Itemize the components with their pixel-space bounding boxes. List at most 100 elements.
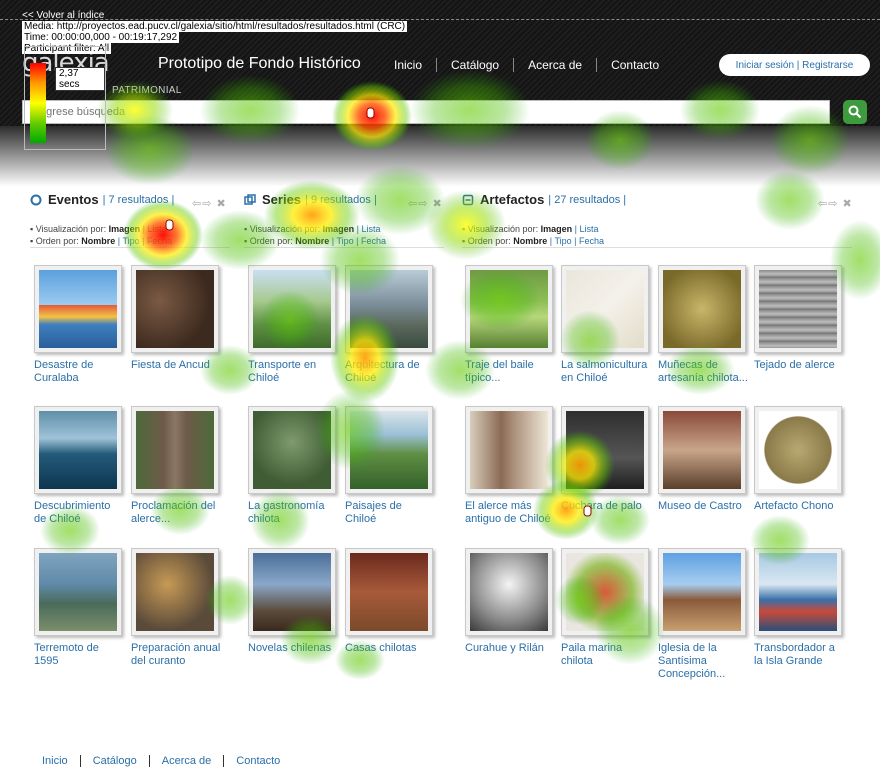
result-thumbnail[interactable] [561,265,649,353]
result-item[interactable]: Novelas chilenas [248,548,338,655]
result-item[interactable]: La gastronomía chilota [248,406,338,526]
result-thumbnail[interactable] [131,548,219,636]
result-thumbnail[interactable] [658,548,746,636]
result-item[interactable]: Paisajes de Chiloé [345,406,435,526]
result-thumbnail[interactable] [561,548,649,636]
search-input[interactable] [23,101,829,123]
result-caption[interactable]: La gastronomía chilota [248,500,338,526]
result-item[interactable]: Terremoto de 1595 [34,548,124,668]
series-title[interactable]: Series [262,192,301,207]
result-caption[interactable]: Iglesia de la Santísima Concepción... [658,642,748,681]
result-thumbnail[interactable] [754,548,842,636]
result-item[interactable]: Transporte en Chiloé [248,265,338,385]
result-thumbnail[interactable] [465,548,553,636]
eventos-nav-icons[interactable]: ⇦⇨ ✖ [192,197,227,210]
result-item[interactable]: Preparación anual del curanto [131,548,221,668]
result-caption[interactable]: Traje del baile típico... [465,359,555,385]
result-item[interactable]: Paila marina chilota [561,548,651,668]
result-thumbnail[interactable] [34,548,122,636]
result-caption[interactable]: Novelas chilenas [248,642,338,655]
sort-tipo-fecha-options[interactable]: | Tipo | Fecha [332,236,386,246]
nav-catalogo[interactable]: Catálogo [437,58,513,72]
result-thumbnail[interactable] [131,406,219,494]
sort-tipo-fecha-options[interactable]: | Tipo | Fecha [118,236,172,246]
result-item[interactable]: Artefacto Chono [754,406,844,513]
result-caption[interactable]: Preparación anual del curanto [131,642,221,668]
result-item[interactable]: Museo de Castro [658,406,748,513]
view-lista-option[interactable]: | Lista [575,224,599,234]
result-caption[interactable]: Tejado de alerce [754,359,844,372]
footer-acerca[interactable]: Acerca de [150,755,224,767]
nav-inicio[interactable]: Inicio [380,58,436,72]
result-caption[interactable]: Transporte en Chiloé [248,359,338,385]
result-caption[interactable]: Fiesta de Ancud [131,359,221,372]
result-thumbnail[interactable] [754,406,842,494]
sort-nombre-option[interactable]: Nombre [295,236,329,246]
result-caption[interactable]: Muñecas de artesanía chilota... [658,359,748,385]
back-to-index-link[interactable]: << Volver al índice [22,10,407,21]
result-caption[interactable]: Paisajes de Chiloé [345,500,435,526]
result-caption[interactable]: Curahue y Rilán [465,642,555,655]
result-item[interactable]: Proclamación del alerce... [131,406,221,526]
result-caption[interactable]: Artefacto Chono [754,500,844,513]
result-thumbnail[interactable] [465,265,553,353]
sort-tipo-fecha-options[interactable]: | Tipo | Fecha [550,236,604,246]
result-caption[interactable]: Arquitectura de Chiloé [345,359,435,385]
series-nav-icons[interactable]: ⇦⇨ ✖ [408,197,443,210]
login-register-button[interactable]: Iniciar sesión | Registrarse [719,54,870,76]
result-caption[interactable]: Cuchara de palo [561,500,651,513]
view-imagen-option[interactable]: Imagen [323,224,355,234]
result-item[interactable]: Desastre de Curalaba [34,265,124,385]
result-thumbnail[interactable] [248,265,336,353]
footer-contacto[interactable]: Contacto [224,755,292,767]
result-item[interactable]: Tejado de alerce [754,265,844,372]
result-caption[interactable]: Casas chilotas [345,642,435,655]
footer-catalogo[interactable]: Catálogo [81,755,149,767]
result-item[interactable]: Transbordador a la Isla Grande [754,548,844,668]
view-imagen-option[interactable]: Imagen [541,224,573,234]
result-thumbnail[interactable] [345,406,433,494]
result-thumbnail[interactable] [345,265,433,353]
nav-contacto[interactable]: Contacto [597,58,673,72]
result-thumbnail[interactable] [34,265,122,353]
result-item[interactable]: La salmonicultura en Chiloé [561,265,651,385]
result-caption[interactable]: Descubrimiento de Chiloé [34,500,124,526]
result-item[interactable]: Iglesia de la Santísima Concepción... [658,548,748,681]
result-item[interactable]: Muñecas de artesanía chilota... [658,265,748,385]
sort-nombre-option[interactable]: Nombre [513,236,547,246]
result-thumbnail[interactable] [248,406,336,494]
result-thumbnail[interactable] [345,548,433,636]
result-caption[interactable]: Transbordador a la Isla Grande [754,642,844,668]
artefactos-title[interactable]: Artefactos [480,192,544,207]
result-item[interactable]: Descubrimiento de Chiloé [34,406,124,526]
result-item[interactable]: Curahue y Rilán [465,548,555,655]
search-button[interactable] [843,100,867,124]
result-caption[interactable]: La salmonicultura en Chiloé [561,359,651,385]
result-item[interactable]: Casas chilotas [345,548,435,655]
view-lista-option[interactable]: | Lista [143,224,167,234]
result-thumbnail[interactable] [34,406,122,494]
result-caption[interactable]: Terremoto de 1595 [34,642,124,668]
artefactos-nav-icons[interactable]: ⇦⇨ ✖ [818,197,853,210]
result-caption[interactable]: El alerce más antiguo de Chiloé [465,500,555,526]
result-item[interactable]: Arquitectura de Chiloé [345,265,435,385]
result-item[interactable]: El alerce más antiguo de Chiloé [465,406,555,526]
result-thumbnail[interactable] [248,548,336,636]
nav-acerca[interactable]: Acerca de [514,58,596,72]
result-item[interactable]: Cuchara de palo [561,406,651,513]
sort-nombre-option[interactable]: Nombre [81,236,115,246]
result-thumbnail[interactable] [465,406,553,494]
result-item[interactable]: Traje del baile típico... [465,265,555,385]
view-lista-option[interactable]: | Lista [357,224,381,234]
result-caption[interactable]: Paila marina chilota [561,642,651,668]
result-thumbnail[interactable] [658,265,746,353]
result-thumbnail[interactable] [658,406,746,494]
result-item[interactable]: Fiesta de Ancud [131,265,221,372]
result-thumbnail[interactable] [754,265,842,353]
result-caption[interactable]: Museo de Castro [658,500,748,513]
footer-inicio[interactable]: Inicio [42,755,80,767]
result-caption[interactable]: Proclamación del alerce... [131,500,221,526]
result-thumbnail[interactable] [561,406,649,494]
result-thumbnail[interactable] [131,265,219,353]
view-imagen-option[interactable]: Imagen [109,224,141,234]
